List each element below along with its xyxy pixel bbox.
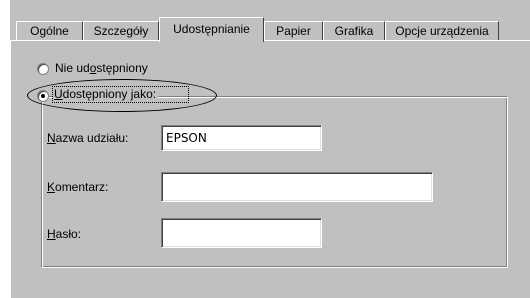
not-shared-label-post: stępniony bbox=[96, 61, 148, 75]
not-shared-label-pre: Nie ud bbox=[55, 61, 90, 75]
tab-sharing[interactable]: Udostępnianie bbox=[159, 17, 264, 42]
share-name-label-rest: azwa udziału: bbox=[55, 131, 129, 145]
share-name-field[interactable]: EPSON bbox=[161, 125, 322, 151]
tab-general[interactable]: Ogólne bbox=[16, 21, 83, 40]
tab-graphics[interactable]: Grafika bbox=[323, 21, 385, 40]
focus-rectangle bbox=[52, 86, 189, 103]
tab-paper[interactable]: Papier bbox=[264, 21, 323, 40]
comment-label: Komentarz: bbox=[47, 180, 108, 194]
printer-properties-dialog: Ogólne Szczegóły Udostępnianie Papier Gr… bbox=[10, 0, 530, 298]
password-label-accel: H bbox=[47, 227, 56, 241]
tab-details[interactable]: Szczegóły bbox=[83, 21, 159, 40]
tab-device-options[interactable]: Opcje urządzenia bbox=[385, 21, 499, 40]
comment-field[interactable] bbox=[161, 172, 433, 202]
password-label-rest: asło: bbox=[55, 227, 82, 241]
tab-strip-edge bbox=[10, 40, 530, 41]
not-shared-label[interactable]: Nie udostępniony bbox=[55, 61, 148, 75]
password-field[interactable] bbox=[161, 218, 322, 248]
share-name-label: Nazwa udziału: bbox=[47, 131, 128, 145]
not-shared-radio[interactable] bbox=[37, 63, 49, 75]
comment-label-rest: omentarz: bbox=[55, 180, 109, 194]
radio-selected-dot bbox=[41, 94, 45, 98]
share-name-label-accel: N bbox=[47, 131, 56, 145]
password-label: Hasło: bbox=[47, 227, 81, 241]
shared-as-radio[interactable] bbox=[37, 90, 49, 102]
comment-label-accel: K bbox=[47, 180, 56, 194]
